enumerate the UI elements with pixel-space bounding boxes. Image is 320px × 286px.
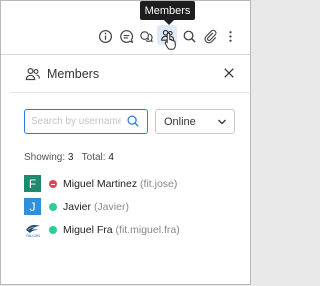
- member-row[interactable]: FALCON Miguel Fra (fit.miguel.fra): [24, 221, 239, 240]
- close-icon[interactable]: [222, 66, 236, 80]
- falcon-logo-avatar[interactable]: FALCON: [24, 221, 42, 238]
- members-tooltip: Members: [140, 1, 195, 25]
- member-search-field[interactable]: [24, 109, 148, 134]
- member-name[interactable]: Miguel Fra (fit.miguel.fra): [63, 224, 180, 236]
- busy-status-icon: [49, 180, 57, 188]
- hand-cursor-icon: [164, 32, 176, 50]
- showing-count: 3: [67, 152, 74, 163]
- search-icon[interactable]: [181, 28, 197, 44]
- status-filter-select[interactable]: Online: [155, 109, 235, 134]
- more-vertical-icon[interactable]: [222, 28, 238, 44]
- app-window: Members Members Online Showing: 3: [0, 0, 251, 285]
- svg-text:FALCON: FALCON: [26, 234, 40, 238]
- room-toolbar: [1, 1, 250, 55]
- member-row[interactable]: J Javier (Javier): [24, 198, 239, 217]
- member-display-name: Miguel Martinez: [63, 178, 138, 190]
- status-filter-value: Online: [164, 116, 196, 128]
- member-username: (Javier): [93, 201, 129, 213]
- online-status-icon: [49, 226, 57, 234]
- online-status-icon: [49, 203, 57, 211]
- members-panel: Members: [10, 56, 250, 284]
- threads-icon[interactable]: [138, 28, 154, 44]
- member-name[interactable]: Javier (Javier): [63, 201, 129, 213]
- showing-label: Showing:: [24, 152, 66, 163]
- member-username: (fit.jose): [140, 178, 178, 190]
- panel-divider: [10, 92, 250, 93]
- members-panel-header: Members: [10, 56, 250, 92]
- chevron-down-icon: [218, 119, 226, 125]
- total-label: Total:: [81, 152, 106, 163]
- total-count: 4: [108, 152, 114, 163]
- member-row[interactable]: F Miguel Martinez (fit.jose): [24, 175, 239, 194]
- member-counts: Showing: 3 Total: 4: [24, 152, 114, 163]
- panel-title: Members: [47, 67, 100, 81]
- search-icon[interactable]: [126, 114, 140, 128]
- member-display-name: Javier: [63, 201, 92, 213]
- member-username: (fit.miguel.fra): [115, 224, 180, 236]
- avatar[interactable]: F: [24, 175, 41, 192]
- member-name[interactable]: Miguel Martinez (fit.jose): [63, 178, 177, 190]
- members-icon: [25, 67, 40, 81]
- search-input[interactable]: [31, 114, 121, 129]
- info-icon[interactable]: [97, 28, 113, 44]
- attachment-icon[interactable]: [202, 28, 218, 44]
- member-display-name: Miguel Fra: [63, 224, 113, 236]
- chat-icon[interactable]: [118, 28, 134, 44]
- avatar[interactable]: J: [24, 198, 41, 215]
